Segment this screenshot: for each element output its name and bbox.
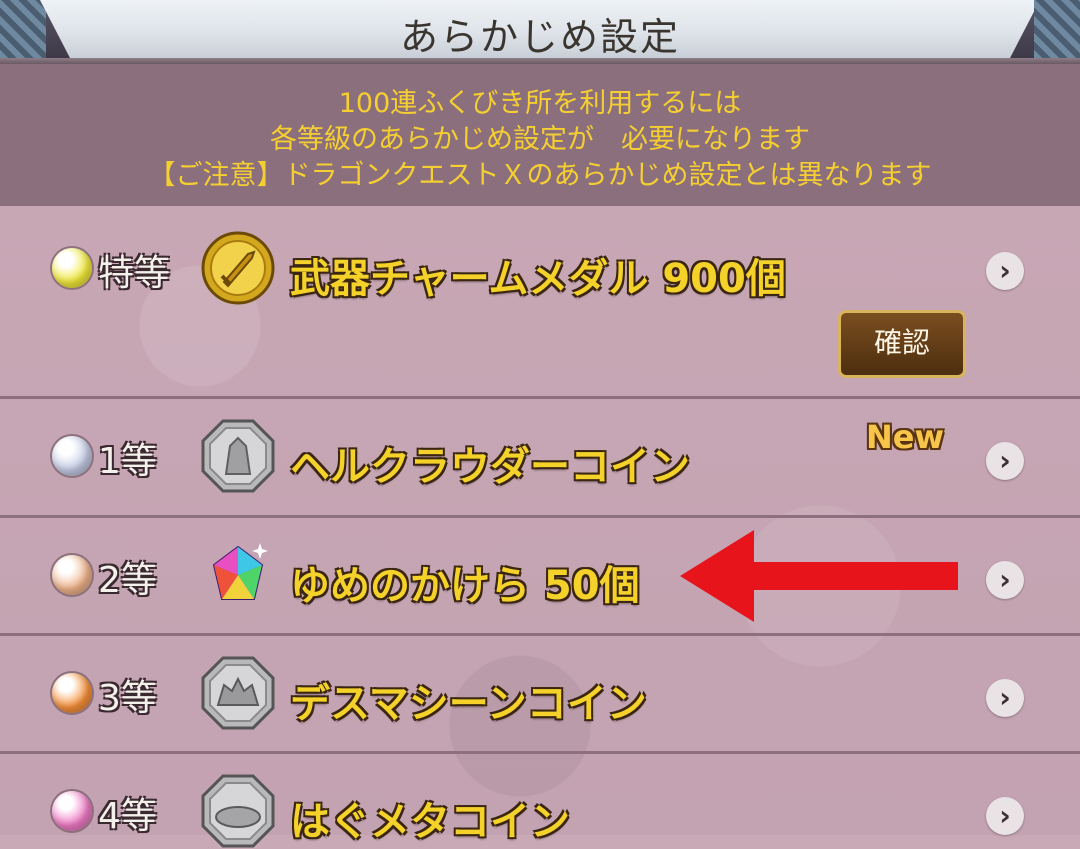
prize-row-1[interactable]: 1等 ヘルクラウダーコイン New › [0,396,1080,518]
rank-label: 1等 [98,441,157,482]
notice-line: 100連ふくびき所を利用するには [338,88,742,119]
notice-line: 各等級のあらかじめ設定が 必要になります [270,124,810,155]
item-name: デスマシーンコイン [290,681,647,727]
rank-label: 特等 [98,253,171,294]
page-title: あらかじめ設定 [399,15,680,59]
notice-line: 【ご注意】ドラゴンクエストＸのあらかじめ設定とは異なります [148,160,932,191]
rank-orb-icon [52,791,92,831]
chevron-right-icon[interactable]: › [986,561,1024,599]
item-name: はぐメタコイン [290,799,570,845]
red-arrow-annotation [680,530,958,622]
notice-panel: 100連ふくびき所を利用するには 各等級のあらかじめ設定が 必要になります 【ご… [0,64,1080,206]
rank-orb-icon [52,436,92,476]
header-bar: あらかじめ設定 [0,0,1080,62]
rank-label: 4等 [98,796,157,837]
item-name: ゆめのかけら 50個 [290,563,640,609]
rank-orb-icon [52,248,92,288]
hagu-meta-coin-icon [201,774,275,848]
rank-label: 3等 [98,678,157,719]
rank-orb-icon [52,673,92,713]
rank-label: 2等 [98,560,157,601]
prize-row-special[interactable]: 特等 武器チャームメダル 900個 › 確認 [0,206,1080,399]
chevron-right-icon[interactable]: › [986,252,1024,290]
hell-clouder-coin-icon [201,419,275,493]
sword-medal-icon [201,231,275,305]
death-machine-coin-icon [201,656,275,730]
confirm-button[interactable]: 確認 [838,310,966,378]
item-name: 武器チャームメダル 900個 [290,256,786,302]
prize-row-4[interactable]: 4等 はぐメタコイン › [0,751,1080,848]
rank-orb-icon [52,555,92,595]
chevron-right-icon[interactable]: › [986,797,1024,835]
item-name: ヘルクラウダーコイン [290,444,690,490]
rainbow-gem-icon [212,543,268,600]
new-badge: New [866,418,945,456]
chevron-right-icon[interactable]: › [986,679,1024,717]
prize-list: 特等 武器チャームメダル 900個 › 確認 1等 ヘルクラウダーコイン New… [0,206,1080,848]
chevron-right-icon[interactable]: › [986,442,1024,480]
prize-row-3[interactable]: 3等 デスマシーンコイン › [0,633,1080,754]
